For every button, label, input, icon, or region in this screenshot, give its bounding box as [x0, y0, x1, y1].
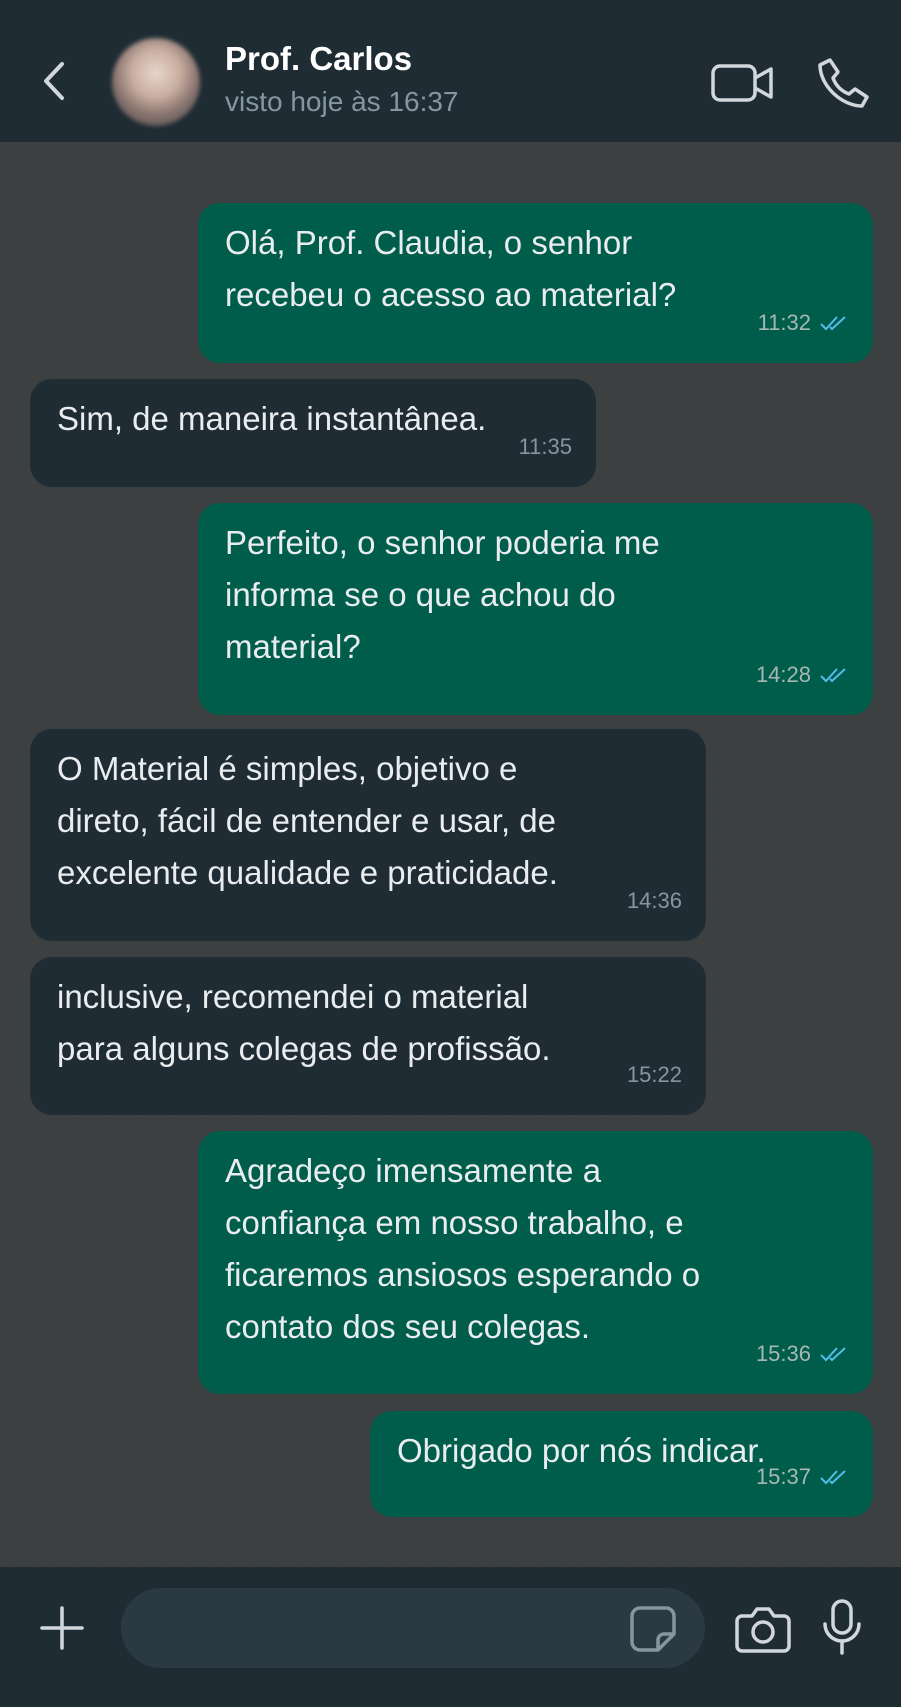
message-input[interactable] — [121, 1588, 705, 1668]
message-text: Olá, Prof. Claudia, o senhor recebeu o a… — [225, 224, 677, 313]
message-bubble-incoming[interactable]: O Material é simples, objetivo e direto,… — [30, 729, 706, 941]
message-meta: 14:28 — [756, 649, 849, 701]
message-time: 15:22 — [626, 1062, 682, 1087]
phone-icon — [818, 58, 869, 108]
message-bubble-incoming[interactable]: Sim, de maneira instantânea. 11:35 — [30, 379, 596, 487]
chat-header: Prof. Carlos visto hoje às 16:37 — [0, 0, 901, 142]
camera-button[interactable] — [734, 1604, 792, 1654]
message-meta: 15:37 — [756, 1451, 849, 1503]
message-text: inclusive, recomendei o material para al… — [57, 978, 551, 1067]
attach-button[interactable] — [38, 1604, 86, 1652]
double-check-read-icon — [820, 1347, 846, 1362]
message-meta: 15:22 — [627, 1049, 682, 1101]
message-meta: 15:36 — [756, 1328, 849, 1380]
video-call-button[interactable] — [711, 62, 775, 104]
microphone-icon — [823, 1599, 861, 1655]
contact-avatar[interactable] — [112, 38, 200, 126]
message-meta: 11:35 — [519, 421, 572, 473]
message-meta: 11:32 — [758, 297, 849, 349]
message-bubble-outgoing[interactable]: Agradeço imensamente a confiança em noss… — [198, 1131, 873, 1394]
double-check-read-icon — [820, 668, 846, 683]
message-bubble-incoming[interactable]: inclusive, recomendei o material para al… — [30, 957, 706, 1115]
message-bubble-outgoing[interactable]: Olá, Prof. Claudia, o senhor recebeu o a… — [198, 203, 873, 363]
message-text: Agradeço imensamente a confiança em noss… — [225, 1152, 701, 1345]
double-check-read-icon — [820, 316, 846, 331]
message-text: Sim, de maneira instantânea. — [57, 400, 487, 437]
video-camera-icon — [711, 64, 773, 102]
message-bubble-outgoing[interactable]: Obrigado por nós indicar. 15:37 — [370, 1411, 873, 1517]
back-button[interactable] — [36, 58, 72, 104]
last-seen-status: visto hoje às 16:37 — [225, 86, 459, 117]
voice-call-button[interactable] — [816, 56, 870, 110]
message-text: O Material é simples, objetivo e direto,… — [57, 750, 558, 891]
camera-icon — [735, 1607, 791, 1653]
message-time: 15:36 — [755, 1341, 811, 1366]
message-bubble-outgoing[interactable]: Perfeito, o senhor poderia me informa se… — [198, 503, 873, 715]
sticker-icon — [630, 1606, 676, 1652]
message-time: 15:37 — [755, 1464, 811, 1489]
sticker-button[interactable] — [628, 1604, 678, 1654]
message-time: 14:36 — [626, 888, 682, 913]
message-time: 11:35 — [518, 434, 572, 459]
contact-name[interactable]: Prof. Carlos — [225, 40, 412, 78]
message-meta: 14:36 — [627, 875, 682, 927]
chevron-left-icon — [44, 62, 64, 100]
chat-area[interactable]: Olá, Prof. Claudia, o senhor recebeu o a… — [0, 142, 901, 1567]
message-time: 14:28 — [755, 662, 811, 687]
microphone-button[interactable] — [820, 1598, 864, 1656]
message-text: Perfeito, o senhor poderia me informa se… — [225, 524, 660, 665]
message-time: 11:32 — [757, 310, 811, 335]
double-check-read-icon — [820, 1470, 846, 1485]
plus-icon — [40, 1606, 84, 1650]
